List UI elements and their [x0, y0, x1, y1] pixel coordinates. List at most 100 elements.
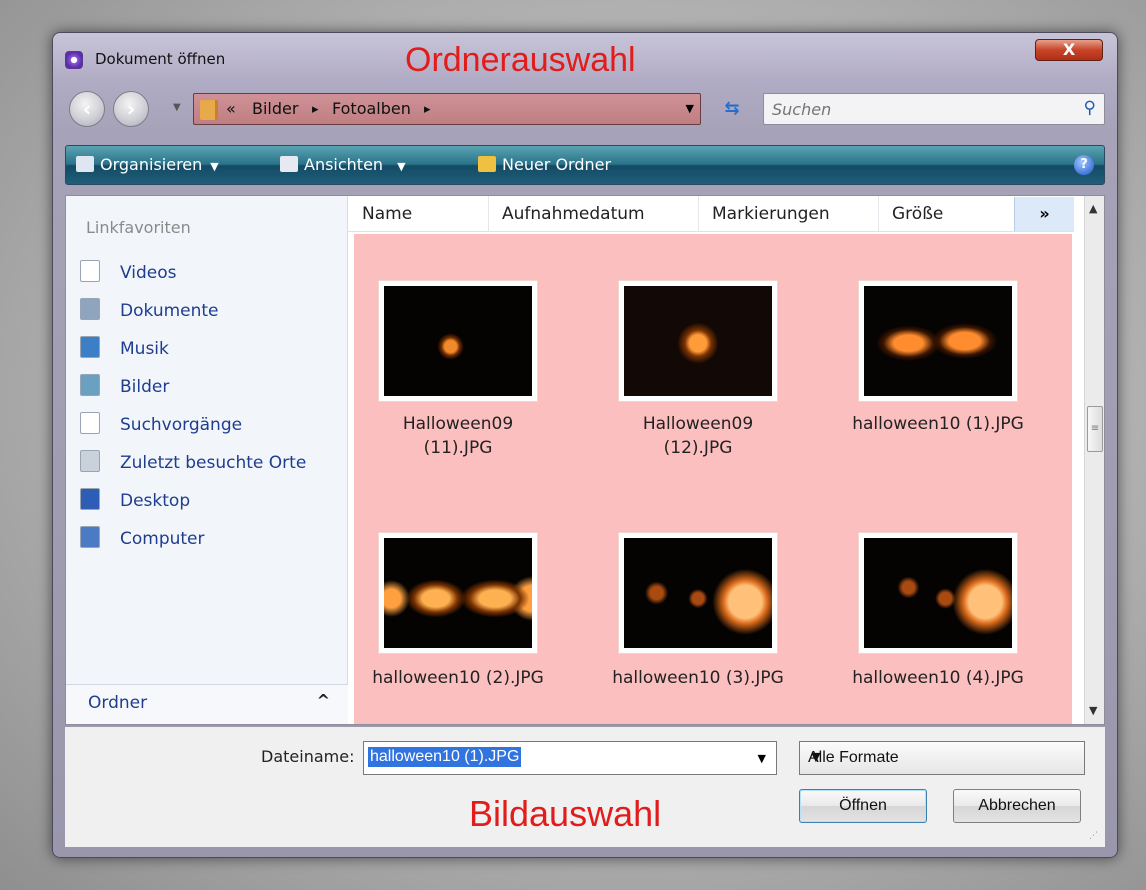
file-name[interactable]: Halloween09 (12).JPG [588, 412, 808, 460]
open-button[interactable]: Öffnen [799, 789, 927, 823]
sidebar-item-music[interactable]: Musik [80, 336, 169, 359]
column-separator[interactable] [488, 196, 489, 232]
cancel-button[interactable]: Abbrechen [953, 789, 1081, 823]
search-box[interactable]: ⚲ [763, 93, 1105, 125]
image-preview [384, 286, 532, 396]
file-name[interactable]: Halloween09 (11).JPG [348, 412, 568, 460]
filename-dropdown-icon[interactable]: ▼ [758, 752, 766, 765]
documents-icon [80, 298, 100, 320]
music-icon [80, 336, 100, 358]
new-folder-button[interactable]: Neuer Ordner [478, 155, 611, 174]
breadcrumb-separator[interactable]: ▸ [424, 102, 431, 117]
views-icon [280, 156, 298, 172]
file-name[interactable]: halloween10 (1).JPG [828, 412, 1048, 436]
history-dropdown-icon[interactable]: ▼ [173, 102, 181, 113]
filetype-select[interactable]: Alle Formate ▼ [799, 741, 1085, 775]
help-icon[interactable]: ? [1074, 155, 1094, 175]
sidebar-item-documents[interactable]: Dokumente [80, 298, 219, 321]
filename-combobox[interactable]: halloween10 (1).JPG ▼ [363, 741, 777, 775]
content-area: Linkfavoriten Videos Dokumente Musik Bil… [65, 195, 1105, 725]
sidebar-item-label: Videos [120, 263, 177, 283]
scrollbar-thumb[interactable]: ≡ [1087, 406, 1103, 452]
file-name[interactable]: halloween10 (3).JPG [588, 666, 808, 690]
filename-label: Dateiname: [261, 747, 355, 766]
more-columns-button[interactable]: » [1014, 197, 1074, 231]
file-name[interactable]: halloween10 (2).JPG [348, 666, 568, 690]
scroll-down-icon[interactable]: ▼ [1089, 704, 1097, 717]
sidebar-item-computer[interactable]: Computer [80, 526, 205, 549]
column-header-bar: Name Aufnahmedatum Markierungen Größe » [348, 196, 1074, 232]
sidebar-item-desktop[interactable]: Desktop [80, 488, 190, 511]
chevron-up-icon: ^ [316, 691, 330, 710]
sidebar-item-videos[interactable]: Videos [80, 260, 177, 283]
image-preview [864, 538, 1012, 648]
open-file-dialog: Dokument öffnen Ordnerauswahl X ‹ › ▼ « … [52, 32, 1118, 858]
column-separator[interactable] [878, 196, 879, 232]
command-toolbar: Organisieren ▼ Ansichten ▼ Neuer Ordner ? [65, 145, 1105, 185]
filetype-dropdown-icon[interactable]: ▼ [808, 749, 1074, 767]
column-size[interactable]: Größe [892, 204, 943, 224]
sidebar-item-label: Suchvorgänge [120, 415, 243, 435]
sidebar-item-label: Desktop [120, 491, 191, 511]
sidebar-item-label: Zuletzt besuchte Orte [120, 453, 307, 473]
views-menu[interactable]: Ansichten ▼ [280, 155, 406, 174]
views-label: Ansichten [304, 155, 384, 174]
image-preview [624, 538, 772, 648]
scroll-up-icon[interactable]: ▲ [1089, 202, 1097, 215]
file-thumbnail[interactable] [858, 532, 1018, 654]
forward-arrow-icon[interactable]: › [113, 91, 149, 127]
favorite-links-header: Linkfavoriten [86, 218, 191, 237]
dialog-footer: Dateiname: halloween10 (1).JPG ▼ Alle Fo… [65, 727, 1105, 847]
app-icon [65, 51, 83, 69]
desktop-icon [80, 488, 100, 510]
search-doc-icon [80, 412, 100, 434]
navigation-bar: ‹ › ▼ « Bilder ▸ Fotoalben ▸ ▼ ⇆ ⚲ [65, 89, 1105, 129]
column-separator[interactable] [698, 196, 699, 232]
sidebar-item-label: Musik [120, 339, 169, 359]
organize-icon [76, 156, 94, 172]
back-arrow-icon[interactable]: ‹ [69, 91, 105, 127]
refresh-icon[interactable]: ⇆ [713, 95, 751, 123]
file-thumbnail[interactable] [378, 532, 538, 654]
resize-grip-icon[interactable]: ⋰ [1089, 831, 1101, 843]
image-preview [864, 286, 1012, 396]
video-doc-icon [80, 260, 100, 282]
new-folder-icon [478, 156, 496, 172]
sidebar-item-label: Dokumente [120, 301, 219, 321]
column-tags[interactable]: Markierungen [712, 204, 830, 224]
annotation-folder-selection: Ordnerauswahl [405, 41, 636, 79]
image-preview [384, 538, 532, 648]
file-grid: Halloween09 (11).JPG Halloween09 (12).JPG … [354, 234, 1072, 724]
sidebar-item-label: Bilder [120, 377, 170, 397]
breadcrumb-bilder[interactable]: Bilder [252, 99, 298, 118]
address-bar[interactable]: « Bilder ▸ Fotoalben ▸ ▼ [193, 93, 701, 125]
file-thumbnail[interactable] [858, 280, 1018, 402]
search-input[interactable] [764, 94, 1064, 124]
breadcrumb-overflow[interactable]: « [226, 99, 236, 118]
breadcrumb-separator[interactable]: ▸ [312, 102, 319, 117]
vertical-scrollbar[interactable]: ▲ ≡ ▼ [1084, 196, 1104, 724]
address-dropdown-icon[interactable]: ▼ [686, 102, 694, 115]
recent-places-icon [80, 450, 100, 472]
column-name[interactable]: Name [362, 204, 412, 224]
annotation-image-selection: Bildauswahl [469, 793, 662, 834]
organize-menu[interactable]: Organisieren ▼ [76, 155, 219, 174]
column-date-taken[interactable]: Aufnahmedatum [502, 204, 645, 224]
file-name[interactable]: halloween10 (4).JPG [828, 666, 1048, 690]
filename-input[interactable]: halloween10 (1).JPG [368, 747, 522, 767]
organize-label: Organisieren [100, 155, 203, 174]
file-thumbnail[interactable] [618, 280, 778, 402]
dialog-title: Dokument öffnen [95, 50, 226, 68]
file-thumbnail[interactable] [378, 280, 538, 402]
folders-toggle[interactable]: Ordner ^ [66, 684, 348, 724]
sidebar-item-recent-places[interactable]: Zuletzt besuchte Orte [80, 450, 306, 473]
folder-icon [200, 100, 218, 120]
sidebar-item-pictures[interactable]: Bilder [80, 374, 169, 397]
sidebar-item-searches[interactable]: Suchvorgänge [80, 412, 242, 435]
search-icon[interactable]: ⚲ [1084, 98, 1096, 118]
close-button[interactable]: X [1035, 39, 1103, 61]
breadcrumb-fotoalben[interactable]: Fotoalben [332, 99, 411, 118]
navigation-pane: Linkfavoriten Videos Dokumente Musik Bil… [66, 196, 348, 724]
image-preview [624, 286, 772, 396]
file-thumbnail[interactable] [618, 532, 778, 654]
